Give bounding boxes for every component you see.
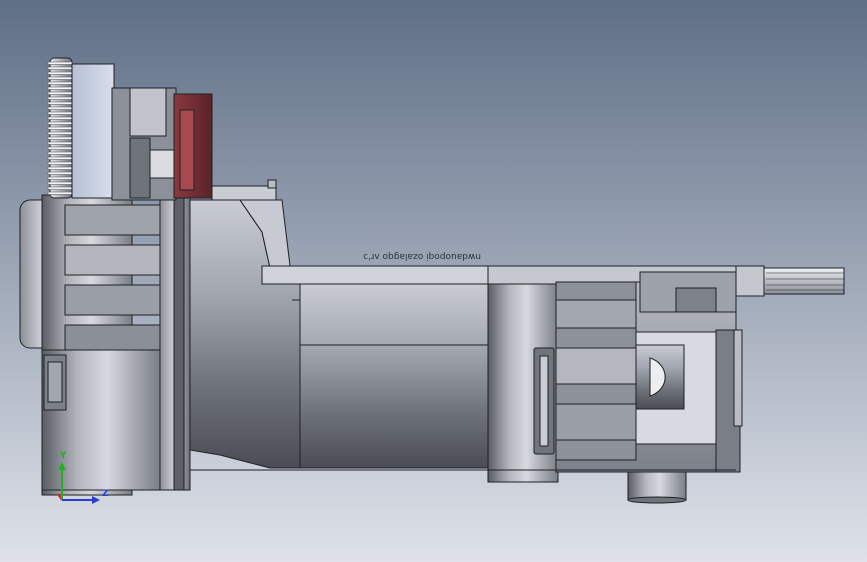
left-rib-4 <box>64 324 161 354</box>
gear-tooth <box>47 71 73 75</box>
triad-z-label: Z <box>102 489 109 499</box>
housing-top-web <box>261 265 489 285</box>
gear-teeth <box>47 61 73 195</box>
bottom-boss-end <box>627 496 687 504</box>
gear-tooth <box>47 116 73 120</box>
drive-disc <box>71 63 115 199</box>
gear-tooth <box>47 101 73 105</box>
gear-tooth <box>47 161 73 165</box>
gear-tooth <box>47 86 73 90</box>
bottom-boss <box>627 469 687 501</box>
gear-tooth <box>47 171 73 175</box>
gear-tooth <box>47 176 73 180</box>
hub-detail-1 <box>129 87 167 137</box>
gear-tooth <box>47 121 73 125</box>
left-side-window <box>47 361 63 403</box>
right-slot-inner <box>539 355 549 447</box>
gear-tooth <box>47 111 73 115</box>
gear-tooth <box>47 191 73 195</box>
gear-tooth <box>47 126 73 130</box>
shaft-collar <box>735 265 765 297</box>
top-mount-post <box>267 179 277 189</box>
gear-tooth <box>47 76 73 80</box>
gear-tooth <box>47 91 73 95</box>
gear-tooth <box>47 181 73 185</box>
left-rib-2 <box>64 244 161 276</box>
gear-tooth <box>47 151 73 155</box>
gear-tooth <box>47 131 73 135</box>
gear-tooth <box>47 81 73 85</box>
right-end-face <box>733 329 743 427</box>
gear-tooth <box>47 146 73 150</box>
housing-engraved-text: nwdauopoqi ozalagqo ʌr'ɔ <box>363 251 481 261</box>
gear-tooth <box>47 136 73 140</box>
gear-tooth <box>47 66 73 70</box>
model-view[interactable]: nwdauopoqi ozalagqo ʌr'ɔ Y Z <box>0 0 867 562</box>
red-bracket-face <box>179 109 195 191</box>
center-barrel <box>299 283 491 469</box>
gear-tooth <box>47 96 73 100</box>
stack-ring-2 <box>555 347 637 385</box>
gear-tooth <box>47 106 73 110</box>
gear-tooth <box>47 141 73 145</box>
cad-graphics-area[interactable]: nwdauopoqi ozalagqo ʌr'ɔ Y Z <box>0 0 867 562</box>
hub-detail-2 <box>149 149 177 179</box>
gear-tooth <box>47 61 73 65</box>
hub-detail-3 <box>129 137 151 199</box>
clamp-ring-lip <box>173 195 185 491</box>
gear-tooth <box>47 156 73 160</box>
stack-ring-1 <box>555 299 637 329</box>
gear-tooth <box>47 166 73 170</box>
left-rib-3 <box>64 284 161 316</box>
gear-tooth <box>47 186 73 190</box>
triad-y-label: Y <box>59 451 67 461</box>
right-top-cap-inner <box>675 287 717 313</box>
left-rib-1 <box>64 204 161 236</box>
top-mount <box>211 185 277 201</box>
stack-ring-3 <box>555 403 637 441</box>
